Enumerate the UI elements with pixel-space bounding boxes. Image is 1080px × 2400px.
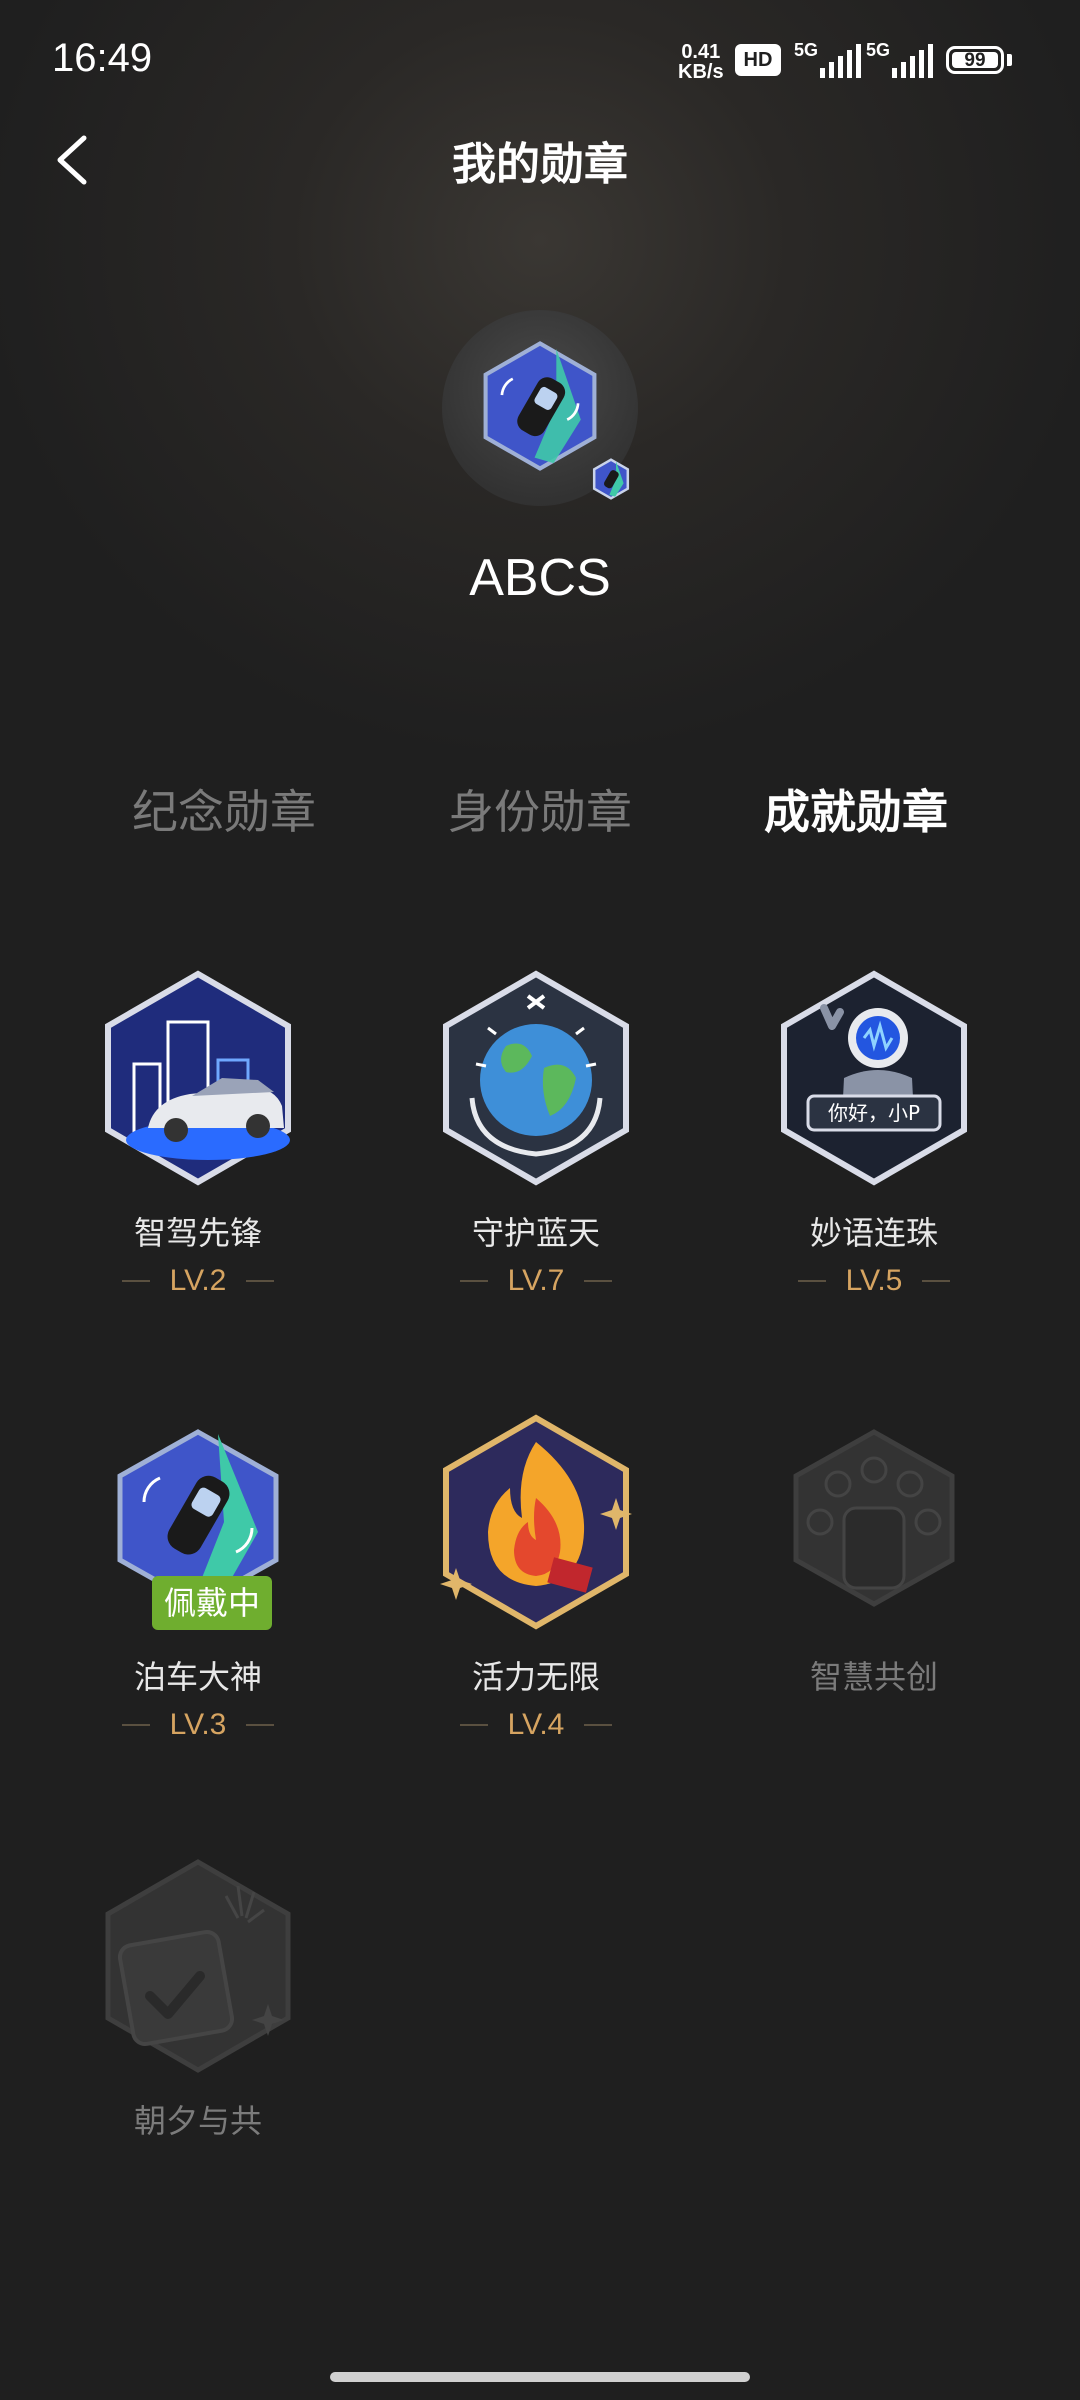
network-speed-value: 0.41	[681, 41, 721, 63]
badge-level: LV.4	[426, 1708, 646, 1742]
parking-car-badge-icon	[483, 341, 597, 471]
avatar[interactable]	[442, 310, 638, 506]
battery-level: 99	[952, 51, 998, 70]
signal-label: 5G	[866, 40, 891, 60]
badge-protect-sky[interactable]: 守护蓝天 LV.7	[426, 968, 646, 1308]
signal-icon: 5G	[866, 40, 936, 80]
mini-badge-icon	[592, 458, 630, 500]
badge-co-create[interactable]: 智慧共创	[764, 1412, 984, 1712]
badge-level: LV.3	[88, 1708, 308, 1742]
signal-label: 5G	[794, 40, 819, 60]
robot-greeting-icon: 你好，小P	[781, 970, 967, 1186]
badge-name: 智驾先锋	[133, 1214, 262, 1252]
smart-driving-car-icon	[105, 970, 291, 1186]
home-indicator[interactable]	[330, 2372, 750, 2382]
calendar-check-icon	[105, 1859, 291, 2073]
network-speed-unit: KB/s	[678, 61, 724, 83]
badge-level-text: LV.5	[845, 1264, 903, 1297]
status-time: 16:49	[52, 36, 153, 80]
hd-icon: HD	[735, 44, 781, 76]
badge-day-and-night[interactable]: 朝夕与共	[88, 1856, 308, 2156]
tab-achievement[interactable]: 成就勋章	[764, 776, 948, 842]
signal-icon: 5G	[794, 40, 864, 80]
tab-commemorative[interactable]: 纪念勋章	[132, 776, 316, 842]
battery-tip	[1007, 54, 1012, 66]
badge-parking-master[interactable]: 佩戴中 泊车大神 LV.3	[88, 1412, 308, 1752]
co-create-icon	[793, 1429, 955, 1607]
robot-bubble-text: 你好，小P	[828, 1101, 920, 1125]
tab-identity[interactable]: 身份勋章	[448, 776, 632, 842]
badge-level-text: LV.4	[507, 1708, 565, 1741]
wearing-badge-label: 佩戴中	[152, 1576, 272, 1630]
badge-name: 智慧共创	[809, 1658, 938, 1696]
username: ABCS	[469, 549, 611, 607]
badge-level: LV.2	[88, 1264, 308, 1298]
badge-level-text: LV.3	[169, 1708, 227, 1741]
badge-eloquent[interactable]: 你好，小P 妙语连珠 LV.5	[764, 968, 984, 1308]
page-title: 我的勋章	[452, 139, 628, 190]
badge-vitality[interactable]: 活力无限 LV.4	[426, 1412, 646, 1752]
badge-level-text: LV.7	[507, 1264, 565, 1297]
badge-name: 朝夕与共	[133, 2102, 262, 2140]
badge-name: 活力无限	[471, 1658, 600, 1696]
network-speed: 0.41 KB/s	[678, 42, 724, 82]
badge-level-text: LV.2	[169, 1264, 227, 1297]
badge-name: 守护蓝天	[471, 1214, 600, 1252]
badge-level: LV.5	[764, 1264, 984, 1298]
badge-level: LV.7	[426, 1264, 646, 1298]
status-bar: 16:49 0.41 KB/s HD 5G 5G 99	[0, 0, 1080, 120]
badge-name: 妙语连珠	[809, 1214, 938, 1252]
badge-smart-driving[interactable]: 智驾先锋 LV.2	[88, 968, 308, 1308]
earth-hands-icon	[443, 970, 629, 1186]
badge-name: 泊车大神	[133, 1658, 262, 1696]
fire-icon	[440, 1414, 632, 1630]
battery-icon: 99	[946, 46, 1004, 74]
